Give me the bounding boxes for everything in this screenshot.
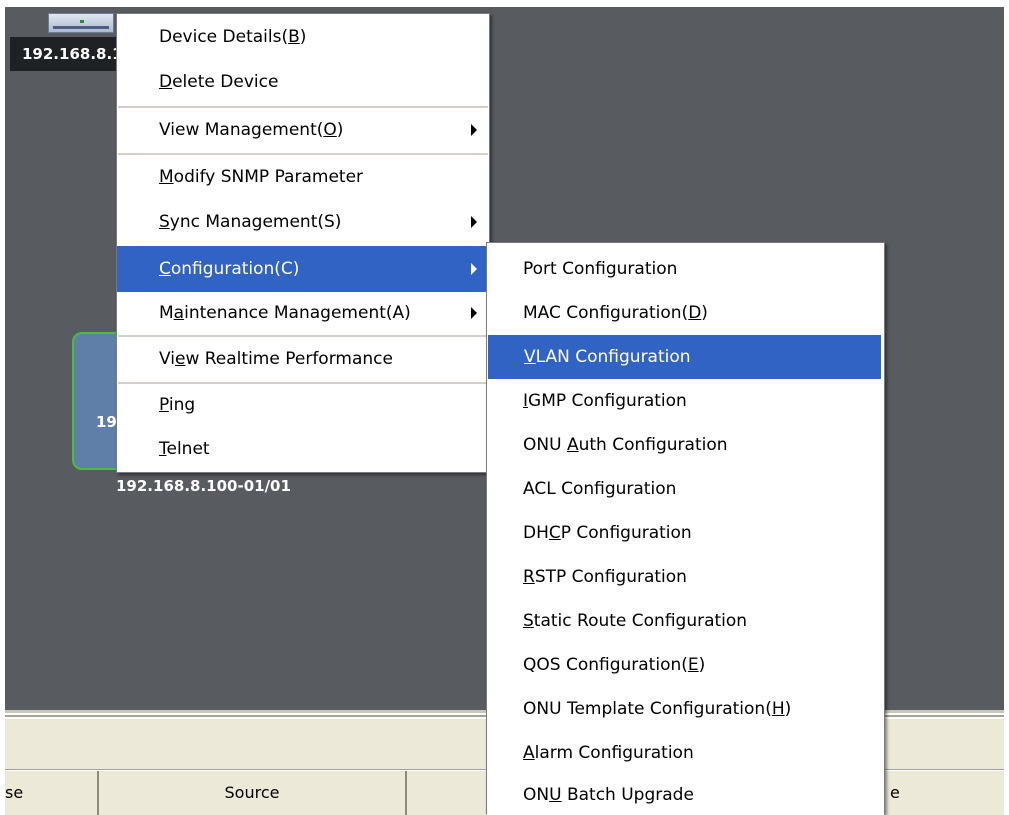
menu-item-mnemonic: a bbox=[173, 303, 185, 323]
submenu-item-acl-configuration[interactable]: ACL Configuration bbox=[487, 467, 884, 511]
submenu-item-port-configuration[interactable]: Port Configuration bbox=[487, 247, 884, 291]
menu-item-label: View Management( bbox=[159, 120, 324, 140]
menu-item-mnemonic: E bbox=[687, 655, 699, 675]
menu-item-mnemonic: S bbox=[159, 212, 170, 232]
menu-item-mnemonic: C bbox=[159, 259, 171, 279]
menu-item-label: Batch Upgrade bbox=[561, 785, 694, 805]
menu-item-mnemonic: g bbox=[605, 259, 617, 279]
menu-item-label: ) bbox=[784, 699, 792, 719]
menu-item-mnemonic: A bbox=[566, 435, 579, 455]
menu-item-mnemonic: O bbox=[323, 120, 337, 140]
menu-item-telnet[interactable]: Telnet bbox=[117, 427, 489, 471]
menu-item-label: GMP Configuration bbox=[528, 391, 687, 411]
submenu-item-mac-configuration[interactable]: MAC Configuration(D) bbox=[487, 291, 884, 335]
column-header-source[interactable]: Source bbox=[99, 771, 407, 815]
menu-item-mnemonic: A bbox=[523, 743, 535, 763]
olt-port-label: 192.168.8.100-01/01 bbox=[116, 477, 291, 495]
menu-item-sync-management[interactable]: Sync Management(S) bbox=[117, 200, 489, 244]
menu-item-label: uration bbox=[616, 259, 678, 279]
menu-item-label: ONU bbox=[523, 435, 567, 455]
submenu-item-onu-auth-configuration[interactable]: ONU Auth Configuration bbox=[487, 423, 884, 467]
menu-item-label: Device Details( bbox=[159, 27, 289, 47]
menu-item-label: w Realtime Performance bbox=[185, 349, 393, 369]
menu-item-mnemonic: P bbox=[159, 395, 169, 415]
menu-item-label: ) bbox=[336, 120, 344, 140]
menu-item-label: intenance Management(A) bbox=[184, 303, 411, 323]
device-context-menu: Device Details(B) Delete Device View Man… bbox=[116, 13, 490, 473]
menu-item-mnemonic: R bbox=[523, 567, 535, 587]
submenu-item-dhcp-configuration[interactable]: DHCP Configuration bbox=[487, 511, 884, 555]
menu-item-label: elete Device bbox=[172, 72, 279, 92]
submenu-item-vlan-configuration[interactable]: VLAN Configuration bbox=[488, 335, 881, 379]
submenu-item-qos-configuration[interactable]: QOS Configuration(E) bbox=[487, 643, 884, 687]
menu-item-mnemonic: e bbox=[174, 349, 186, 369]
menu-item-label: ync Management(S) bbox=[169, 212, 342, 232]
menu-item-label: DH bbox=[523, 523, 549, 543]
menu-item-mnemonic: M bbox=[159, 167, 174, 187]
menu-item-mnemonic: T bbox=[159, 439, 167, 459]
menu-item-configuration[interactable]: Configuration(C) bbox=[117, 246, 489, 292]
menu-item-label: P Configuration bbox=[560, 523, 692, 543]
menu-item-device-details[interactable]: Device Details(B) bbox=[117, 16, 489, 58]
column-header[interactable]: se bbox=[5, 771, 99, 815]
menu-item-label: ON bbox=[523, 785, 550, 805]
submenu-item-onu-batch-upgrade[interactable]: ONU Batch Upgrade bbox=[487, 775, 884, 815]
menu-item-label: MAC Configuration( bbox=[523, 303, 689, 323]
device-icon[interactable] bbox=[48, 13, 114, 33]
menu-item-mnemonic: C bbox=[548, 523, 561, 543]
menu-item-mnemonic: D bbox=[159, 72, 173, 92]
menu-item-label: ) bbox=[299, 27, 307, 47]
menu-item-mnemonic: B bbox=[288, 27, 300, 47]
menu-item-view-management[interactable]: View Management(O) bbox=[117, 108, 489, 152]
menu-item-label: STP Configuration bbox=[534, 567, 687, 587]
menu-item-maintenance-management[interactable]: Maintenance Management(A) bbox=[117, 292, 489, 334]
menu-item-label: M bbox=[159, 303, 174, 323]
menu-item-label: QOS Configuration( bbox=[523, 655, 688, 675]
menu-item-label: elnet bbox=[166, 439, 210, 459]
submenu-arrow-icon bbox=[471, 216, 477, 228]
menu-item-label: tatic Route Configuration bbox=[533, 611, 748, 631]
menu-item-delete-device[interactable]: Delete Device bbox=[117, 60, 489, 104]
menu-item-label: Vi bbox=[159, 349, 175, 369]
configuration-submenu: Port Configuration MAC Configuration(D) … bbox=[486, 242, 885, 815]
submenu-item-igmp-configuration[interactable]: IGMP Configuration bbox=[487, 379, 884, 423]
menu-item-label: ONU Template Configuration( bbox=[523, 699, 772, 719]
status-led bbox=[80, 20, 84, 23]
submenu-item-alarm-configuration[interactable]: Alarm Configuration bbox=[487, 731, 884, 775]
submenu-arrow-icon bbox=[471, 307, 477, 319]
menu-item-ping[interactable]: Ping bbox=[117, 384, 489, 426]
menu-item-modify-snmp[interactable]: Modify SNMP Parameter bbox=[117, 155, 489, 199]
menu-item-label: uth Configuration bbox=[578, 435, 728, 455]
menu-item-mnemonic: D bbox=[688, 303, 702, 323]
menu-item-mnemonic: V bbox=[524, 347, 536, 367]
submenu-item-rstp-configuration[interactable]: RSTP Configuration bbox=[487, 555, 884, 599]
menu-item-label: odify SNMP Parameter bbox=[173, 167, 364, 187]
device-port-bar bbox=[53, 26, 109, 29]
submenu-item-onu-template-configuration[interactable]: ONU Template Configuration(H) bbox=[487, 687, 884, 731]
submenu-arrow-icon bbox=[471, 263, 477, 275]
menu-item-mnemonic: U bbox=[549, 785, 562, 805]
olt-card-label: 192.168.8.100 bbox=[96, 413, 118, 431]
menu-item-label: ing bbox=[168, 395, 196, 415]
menu-item-label: ) bbox=[701, 303, 708, 323]
menu-item-label: onfiguration(C) bbox=[170, 259, 300, 279]
menu-item-label: ACL Configuration bbox=[523, 479, 677, 499]
menu-item-mnemonic: S bbox=[523, 611, 534, 631]
submenu-arrow-icon bbox=[471, 124, 477, 136]
menu-item-label: Port Confi bbox=[523, 259, 606, 279]
device-ip-label: 192.168.8.100 bbox=[10, 37, 118, 71]
menu-item-label: larm Configuration bbox=[534, 743, 694, 763]
menu-item-view-realtime-performance[interactable]: View Realtime Performance bbox=[117, 337, 489, 381]
menu-item-mnemonic: H bbox=[771, 699, 785, 719]
submenu-item-static-route-configuration[interactable]: Static Route Configuration bbox=[487, 599, 884, 643]
menu-item-label: LAN Configuration bbox=[535, 347, 691, 367]
menu-item-label: ) bbox=[698, 655, 706, 675]
